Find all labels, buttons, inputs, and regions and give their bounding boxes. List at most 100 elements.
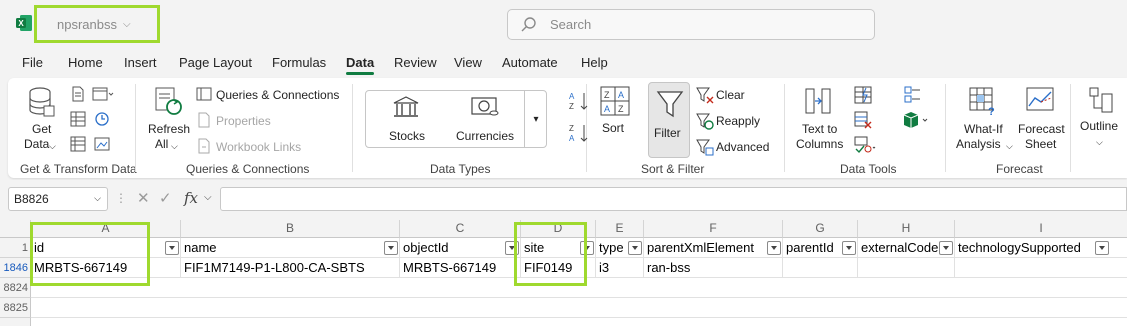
header-text: externalCode — [861, 240, 939, 255]
file-name-button[interactable]: npsranbss ⌵ — [34, 5, 160, 43]
reapply-button[interactable]: Reapply — [716, 113, 760, 129]
sort-descending-icon[interactable]: ZA — [568, 122, 590, 144]
ribbon-tabs: File Home Insert Page Layout Formulas Da… — [0, 50, 1127, 76]
chevron-down-icon: ⌵ — [1006, 141, 1013, 151]
filter-dropdown-button[interactable] — [165, 241, 179, 255]
chevron-down-icon[interactable]: ⌵ — [204, 192, 212, 203]
filter-funnel-icon — [656, 91, 684, 118]
filter-dropdown-button[interactable] — [767, 241, 781, 255]
column-header-e[interactable]: E — [596, 220, 644, 238]
data-types-more-icon[interactable]: ▾ — [524, 91, 547, 147]
cell-i1846[interactable] — [955, 258, 1127, 278]
workbook-links-button[interactable]: Workbook Links — [216, 139, 301, 155]
header-cell-name[interactable]: name — [181, 238, 400, 258]
group-separator — [945, 84, 946, 172]
sort-ascending-icon[interactable]: AZ — [568, 90, 590, 112]
header-cell-id[interactable]: id — [31, 238, 181, 258]
empty-row-8824[interactable] — [31, 278, 1127, 298]
name-box[interactable]: B8826 ⌵ — [8, 187, 108, 211]
flash-fill-icon[interactable] — [854, 86, 872, 104]
cell-c1846[interactable]: MRBTS-667149 — [400, 258, 521, 278]
header-cell-objectid[interactable]: objectId — [400, 238, 521, 258]
existing-connections-icon[interactable] — [70, 136, 86, 152]
filter-dropdown-button[interactable] — [384, 241, 398, 255]
column-header-f[interactable]: F — [644, 220, 783, 238]
row-header-partial — [0, 318, 31, 326]
from-picture-icon[interactable] — [94, 136, 110, 152]
remove-duplicates-icon[interactable] — [854, 111, 872, 129]
filter-dropdown-button[interactable] — [505, 241, 519, 255]
tab-insert[interactable]: Insert — [124, 55, 157, 70]
row-header-8824[interactable]: 8824 — [0, 278, 31, 298]
refresh-all-label: All — [155, 137, 169, 151]
svg-text:A: A — [569, 134, 575, 143]
data-model-icon[interactable] — [902, 111, 930, 129]
queries-connections-button[interactable]: Queries & Connections — [216, 87, 339, 103]
cell-h1846[interactable] — [858, 258, 955, 278]
stocks-label: Stocks — [389, 129, 426, 143]
group-label-data-tools: Data Tools — [840, 162, 897, 176]
empty-row-8825[interactable] — [31, 298, 1127, 318]
header-cell-parentxmlelement[interactable]: parentXmlElement — [644, 238, 783, 258]
enter-icon[interactable]: ✓ — [159, 189, 172, 207]
data-validation-icon[interactable] — [854, 136, 876, 154]
tab-file[interactable]: File — [22, 55, 43, 70]
more-options-icon[interactable]: ⋮ — [115, 191, 127, 205]
filter-dropdown-button[interactable] — [939, 241, 953, 255]
what-if-icon: ? — [969, 87, 995, 116]
advanced-filter-icon — [696, 139, 714, 156]
filter-dropdown-button[interactable] — [628, 241, 642, 255]
text-to-label: Text to — [802, 122, 838, 136]
from-text-icon[interactable] — [70, 86, 86, 102]
tab-view[interactable]: View — [454, 55, 482, 70]
column-header-b[interactable]: B — [181, 220, 400, 238]
tab-review[interactable]: Review — [394, 55, 437, 70]
ribbon-data: Get Data ⌵ Get & Transform Data Refresh … — [8, 78, 1127, 178]
properties-button[interactable]: Properties — [216, 113, 271, 129]
cancel-icon[interactable]: ✕ — [137, 189, 150, 207]
tab-help[interactable]: Help — [581, 55, 608, 70]
filter-dropdown-button[interactable] — [842, 241, 856, 255]
consolidate-icon[interactable] — [904, 86, 922, 104]
tab-page-layout[interactable]: Page Layout — [179, 55, 252, 70]
from-web-icon[interactable] — [92, 86, 114, 102]
queries-connections-icon — [196, 87, 212, 101]
file-name: npsranbss — [57, 16, 117, 32]
svg-text:Z: Z — [604, 90, 610, 100]
select-all-corner[interactable] — [0, 220, 31, 238]
row-header-1846[interactable]: 1846 — [0, 258, 31, 278]
filter-button[interactable]: Filter — [648, 82, 690, 158]
cell-f1846[interactable]: ran-bss — [644, 258, 783, 278]
column-header-i[interactable]: I — [955, 220, 1127, 238]
column-header-a[interactable]: A — [31, 220, 181, 238]
cell-d1846[interactable]: FIF0149 — [521, 258, 596, 278]
cell-a1846[interactable]: MRBTS-667149 — [31, 258, 181, 278]
cell-e1846[interactable]: i3 — [596, 258, 644, 278]
header-text: parentXmlElement — [647, 240, 754, 255]
tab-formulas[interactable]: Formulas — [272, 55, 326, 70]
title-bar: X npsranbss ⌵ Search — [0, 0, 1127, 48]
formula-input[interactable] — [220, 187, 1127, 211]
filter-dropdown-button[interactable] — [1095, 241, 1109, 255]
insert-function-icon[interactable]: fx — [184, 189, 198, 207]
row-header-1[interactable]: 1 — [0, 238, 31, 258]
filter-dropdown-button[interactable] — [580, 241, 594, 255]
from-table-icon[interactable] — [70, 111, 86, 127]
tab-automate[interactable]: Automate — [502, 55, 558, 70]
row-header-8825[interactable]: 8825 — [0, 298, 31, 318]
filter-label: Filter — [654, 126, 681, 140]
cell-g1846[interactable] — [783, 258, 858, 278]
group-separator — [1070, 84, 1071, 172]
column-header-h[interactable]: H — [858, 220, 955, 238]
column-header-c[interactable]: C — [400, 220, 521, 238]
tab-home[interactable]: Home — [68, 55, 103, 70]
advanced-button[interactable]: Advanced — [716, 139, 769, 155]
recent-sources-icon[interactable] — [94, 111, 110, 127]
clear-button[interactable]: Clear — [716, 87, 745, 103]
column-header-g[interactable]: G — [783, 220, 858, 238]
reapply-icon — [696, 113, 714, 130]
search-box[interactable]: Search — [507, 9, 875, 40]
column-header-d[interactable]: D — [521, 220, 596, 238]
tab-data[interactable]: Data — [346, 55, 375, 75]
cell-b1846[interactable]: FIF1M7149-P1-L800-CA-SBTS — [181, 258, 400, 278]
